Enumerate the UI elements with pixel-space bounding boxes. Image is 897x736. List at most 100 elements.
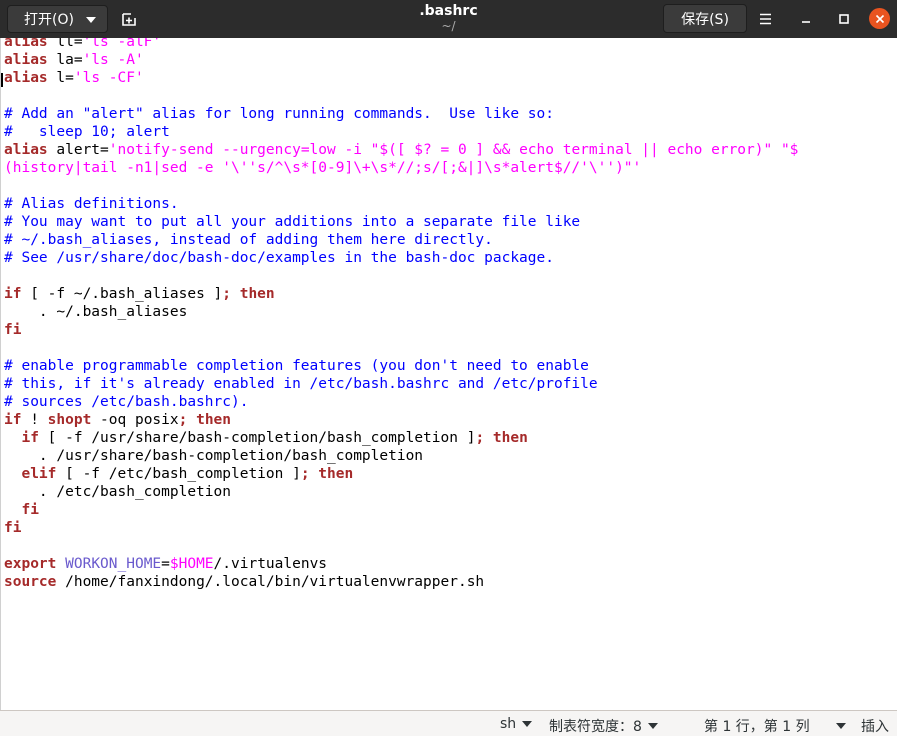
code-token: # sources /etc/bash.bashrc). [4, 394, 249, 410]
code-line: fi [4, 501, 798, 519]
code-token: ; then [222, 286, 275, 302]
code-token: # enable programmable completion feature… [4, 358, 589, 374]
language-selector[interactable]: sh [500, 716, 533, 732]
header-bar: 打开(O) .bashrc ~/ 保存(S) [0, 0, 897, 38]
text-cursor [1, 73, 3, 87]
new-tab-button[interactable] [119, 9, 139, 29]
code-line: alias alert='notify-send --urgency=low -… [4, 141, 798, 159]
code-token: 'ls -alF' [82, 38, 162, 50]
code-token: /home/fanxindong/.local/bin/virtualenvwr… [56, 574, 485, 590]
code-token: # ~/.bash_aliases, instead of adding the… [4, 232, 493, 248]
code-line: if ! shopt -oq posix; then [4, 411, 798, 429]
code-line: # See /usr/share/doc/bash-doc/examples i… [4, 249, 798, 267]
code-line: alias la='ls -A' [4, 51, 798, 69]
code-token: # Alias definitions. [4, 196, 179, 212]
code-token: $HOME [169, 556, 214, 572]
code-token: [ -f ~/.bash_aliases ] [21, 286, 223, 302]
code-token: (history|tail -n1|sed -e '\''s/^\s*[0-9]… [4, 160, 642, 176]
text-editor[interactable]: alias ll='ls -alF' alias la='ls -A' alias … [0, 38, 897, 710]
code-token: ; then [178, 412, 232, 428]
code-token: 'ls -A' [82, 52, 144, 68]
code-token: fi [21, 502, 39, 518]
minimize-icon [802, 21, 810, 23]
code-line: # this, if it's already enabled in /etc/… [4, 375, 798, 393]
code-token: # See /usr/share/doc/bash-doc/examples i… [4, 250, 554, 266]
code-token: elif [21, 466, 57, 482]
code-token: 'ls -CF' [73, 70, 144, 86]
code-token: [ -f /etc/bash_completion ] [56, 466, 301, 482]
code-token: WORKON_HOME [65, 556, 162, 572]
code-line: # ~/.bash_aliases, instead of adding the… [4, 231, 798, 249]
code-line: . ~/.bash_aliases [4, 303, 798, 321]
code-token: = [161, 556, 170, 572]
code-token: la= [47, 52, 83, 68]
code-line: . /usr/share/bash-completion/bash_comple… [4, 447, 798, 465]
open-button-label: 打开(O) [24, 12, 74, 28]
chevron-down-icon [86, 17, 96, 23]
code-line: # Add an "alert" alias for long running … [4, 105, 798, 123]
code-line: # Alias definitions. [4, 195, 798, 213]
hamburger-menu-icon [760, 13, 771, 25]
code-token: shopt [47, 412, 92, 428]
code-line: (history|tail -n1|sed -e '\''s/^\s*[0-9]… [4, 159, 798, 177]
close-button[interactable] [869, 8, 890, 29]
code-token: if [4, 286, 22, 302]
code-line: if [ -f ~/.bash_aliases ]; then [4, 285, 798, 303]
code-token: alias [4, 70, 48, 86]
code-token: if [21, 430, 39, 446]
code-token: export [4, 556, 57, 572]
code-line: # sleep 10; alert [4, 123, 798, 141]
code-token: # sleep 10; alert [4, 124, 170, 140]
code-token: ; then [300, 466, 354, 482]
code-token: . /usr/share/bash-completion/bash_comple… [4, 448, 424, 464]
code-token: fi [4, 520, 22, 536]
code-token: /.virtualenvs [213, 556, 328, 572]
insert-mode-indicator[interactable]: 插入 [861, 716, 889, 736]
maximize-button[interactable] [835, 10, 853, 28]
code-token: ll= [47, 38, 83, 50]
language-label: sh [500, 716, 517, 732]
cursor-position-label: 第 1 行，第 1 列 [704, 719, 810, 735]
code-line: # enable programmable completion feature… [4, 357, 798, 375]
code-line: alias l='ls -CF' [4, 69, 798, 87]
hamburger-menu-button[interactable] [757, 10, 775, 28]
cursor-position-selector[interactable]: 第 1 行，第 1 列 [704, 716, 846, 736]
code-token: 'notify-send --urgency=low -i "$([ $? = … [108, 142, 799, 158]
code-content[interactable]: alias ll='ls -alF' alias la='ls -A' alias … [4, 38, 798, 591]
code-token: # this, if it's already enabled in /etc/… [4, 376, 598, 392]
code-line: source /home/fanxindong/.local/bin/virtu… [4, 573, 798, 591]
insert-mode-label: 插入 [861, 719, 889, 735]
code-token: -oq posix [91, 412, 179, 428]
code-token: alias [4, 52, 48, 68]
code-token: source [4, 574, 57, 590]
code-line: # You may want to put all your additions… [4, 213, 798, 231]
code-token: [ -f /usr/share/bash-completion/bash_com… [38, 430, 476, 446]
save-button[interactable]: 保存(S) [663, 4, 747, 33]
code-token: if [4, 412, 22, 428]
code-token: alias [4, 38, 48, 50]
code-token: alias [4, 142, 48, 158]
minimize-button[interactable] [797, 10, 815, 28]
code-line: # sources /etc/bash.bashrc). [4, 393, 798, 411]
code-token: l= [47, 70, 74, 86]
code-token: # Add an "alert" alias for long running … [4, 106, 554, 122]
maximize-icon [839, 14, 849, 24]
code-token: # You may want to put all your additions… [4, 214, 581, 230]
code-token: fi [4, 322, 22, 338]
code-line: fi [4, 519, 798, 537]
tab-width-selector[interactable]: 制表符宽度：8 [549, 716, 658, 736]
open-button[interactable]: 打开(O) [7, 5, 108, 33]
code-line: alias ll='ls -alF' [4, 38, 798, 51]
code-line: if [ -f /usr/share/bash-completion/bash_… [4, 429, 798, 447]
code-token: ! [21, 412, 48, 428]
tab-width-label: 制表符宽度：8 [549, 719, 642, 735]
